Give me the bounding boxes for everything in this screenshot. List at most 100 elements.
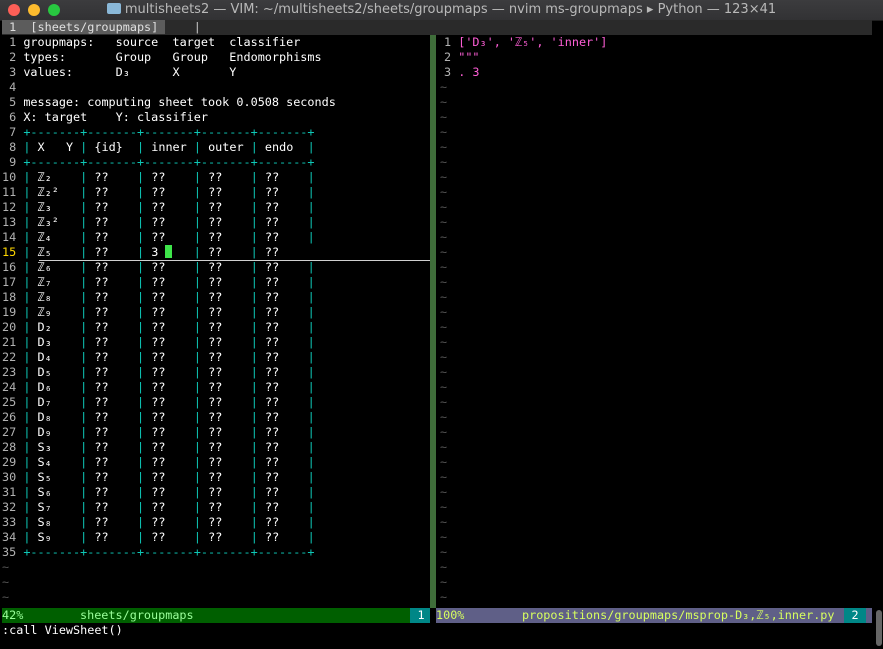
- table-cell[interactable]: ??: [208, 380, 222, 394]
- table-cell[interactable]: ??: [94, 485, 108, 499]
- table-cell[interactable]: ??: [208, 200, 222, 214]
- table-cell[interactable]: ??: [208, 515, 222, 529]
- table-cell[interactable]: ??: [94, 365, 108, 379]
- row-label[interactable]: S₄: [38, 455, 52, 469]
- table-cell[interactable]: ??: [265, 425, 279, 439]
- table-cell[interactable]: ??: [151, 470, 165, 484]
- table-cell[interactable]: ??: [265, 245, 279, 259]
- row-label[interactable]: ℤ₈: [38, 290, 52, 304]
- table-cell[interactable]: ??: [151, 215, 165, 229]
- table-cell[interactable]: ??: [94, 200, 108, 214]
- table-cell[interactable]: ??: [151, 170, 165, 184]
- table-cell[interactable]: ??: [265, 260, 279, 274]
- table-cell[interactable]: ??: [265, 485, 279, 499]
- row-label[interactable]: ℤ₅: [38, 245, 52, 259]
- table-cell[interactable]: ??: [151, 410, 165, 424]
- table-cell[interactable]: ??: [94, 515, 108, 529]
- table-cell[interactable]: ??: [265, 380, 279, 394]
- table-cell[interactable]: ??: [265, 440, 279, 454]
- table-cell[interactable]: ??: [265, 305, 279, 319]
- table-cell[interactable]: ??: [94, 350, 108, 364]
- table-cell[interactable]: ??: [151, 440, 165, 454]
- table-cell[interactable]: ??: [208, 215, 222, 229]
- row-label[interactable]: D₇: [38, 395, 52, 409]
- table-cell[interactable]: ??: [208, 485, 222, 499]
- table-cell[interactable]: ??: [151, 320, 165, 334]
- table-cell[interactable]: ??: [94, 185, 108, 199]
- row-label[interactable]: ℤ₆: [38, 260, 52, 274]
- table-cell[interactable]: ??: [265, 185, 279, 199]
- table-cell[interactable]: ??: [208, 455, 222, 469]
- table-cell[interactable]: ??: [208, 395, 222, 409]
- table-cell[interactable]: ??: [265, 335, 279, 349]
- command-line[interactable]: :call ViewSheet(): [2, 623, 123, 638]
- column-header[interactable]: outer: [208, 140, 244, 154]
- table-cell[interactable]: ??: [94, 425, 108, 439]
- row-label[interactable]: S₈: [38, 515, 52, 529]
- tab-sheets-groupmaps[interactable]: 1 [sheets/groupmaps]: [2, 20, 166, 34]
- table-cell[interactable]: ??: [94, 275, 108, 289]
- table-cell[interactable]: ??: [94, 470, 108, 484]
- table-cell[interactable]: ??: [265, 290, 279, 304]
- table-cell[interactable]: ??: [94, 320, 108, 334]
- table-cell[interactable]: ??: [265, 215, 279, 229]
- table-cell[interactable]: ??: [265, 455, 279, 469]
- scrollbar[interactable]: [876, 610, 882, 646]
- table-cell[interactable]: ??: [208, 230, 222, 244]
- row-label[interactable]: D₈: [38, 410, 52, 424]
- table-cell[interactable]: ??: [94, 170, 108, 184]
- table-cell[interactable]: ??: [151, 335, 165, 349]
- row-label[interactable]: D₄: [38, 350, 52, 364]
- table-cell[interactable]: ??: [94, 290, 108, 304]
- table-cell[interactable]: ??: [208, 260, 222, 274]
- table-cell[interactable]: ??: [151, 290, 165, 304]
- table-cell[interactable]: ??: [265, 410, 279, 424]
- table-cell[interactable]: ??: [208, 290, 222, 304]
- table-cell[interactable]: ??: [208, 335, 222, 349]
- table-cell[interactable]: ??: [151, 380, 165, 394]
- column-header[interactable]: X Y: [38, 140, 74, 154]
- table-cell[interactable]: ??: [265, 515, 279, 529]
- table-cell[interactable]: ??: [151, 305, 165, 319]
- table-cell[interactable]: ??: [151, 365, 165, 379]
- table-cell[interactable]: ??: [208, 320, 222, 334]
- vertical-split[interactable]: [430, 35, 436, 608]
- table-cell[interactable]: ??: [151, 185, 165, 199]
- table-cell[interactable]: ??: [151, 515, 165, 529]
- table-cell[interactable]: ??: [208, 425, 222, 439]
- row-label[interactable]: ℤ₇: [38, 275, 52, 289]
- row-label[interactable]: S₃: [38, 440, 52, 454]
- table-cell[interactable]: ??: [151, 455, 165, 469]
- table-cell[interactable]: ??: [151, 275, 165, 289]
- table-cell[interactable]: ??: [208, 410, 222, 424]
- row-label[interactable]: ℤ₃²: [38, 215, 59, 229]
- table-cell[interactable]: ??: [208, 170, 222, 184]
- table-cell[interactable]: ??: [94, 230, 108, 244]
- table-cell[interactable]: ??: [151, 260, 165, 274]
- table-cell[interactable]: ??: [208, 305, 222, 319]
- table-cell[interactable]: ??: [265, 395, 279, 409]
- table-cell[interactable]: ??: [151, 200, 165, 214]
- table-cell[interactable]: ??: [151, 485, 165, 499]
- table-cell[interactable]: ??: [208, 530, 222, 544]
- row-label[interactable]: S₇: [38, 500, 52, 514]
- table-cell[interactable]: ??: [94, 500, 108, 514]
- table-cell[interactable]: ??: [265, 470, 279, 484]
- table-cell[interactable]: ??: [265, 530, 279, 544]
- table-cell[interactable]: ??: [94, 530, 108, 544]
- column-header[interactable]: {id}: [94, 140, 122, 154]
- row-label[interactable]: S₉: [38, 530, 52, 544]
- row-label[interactable]: ℤ₉: [38, 305, 52, 319]
- column-header[interactable]: endo: [265, 140, 293, 154]
- table-cell[interactable]: ??: [265, 200, 279, 214]
- row-label[interactable]: D₉: [38, 425, 52, 439]
- table-cell[interactable]: ??: [265, 275, 279, 289]
- table-cell[interactable]: ??: [265, 230, 279, 244]
- table-cell[interactable]: ??: [94, 455, 108, 469]
- table-cell[interactable]: ??: [208, 185, 222, 199]
- row-label[interactable]: D₂: [38, 320, 52, 334]
- row-label[interactable]: S₅: [38, 470, 52, 484]
- table-cell[interactable]: ??: [94, 410, 108, 424]
- table-cell[interactable]: ??: [94, 215, 108, 229]
- table-cell[interactable]: ??: [151, 395, 165, 409]
